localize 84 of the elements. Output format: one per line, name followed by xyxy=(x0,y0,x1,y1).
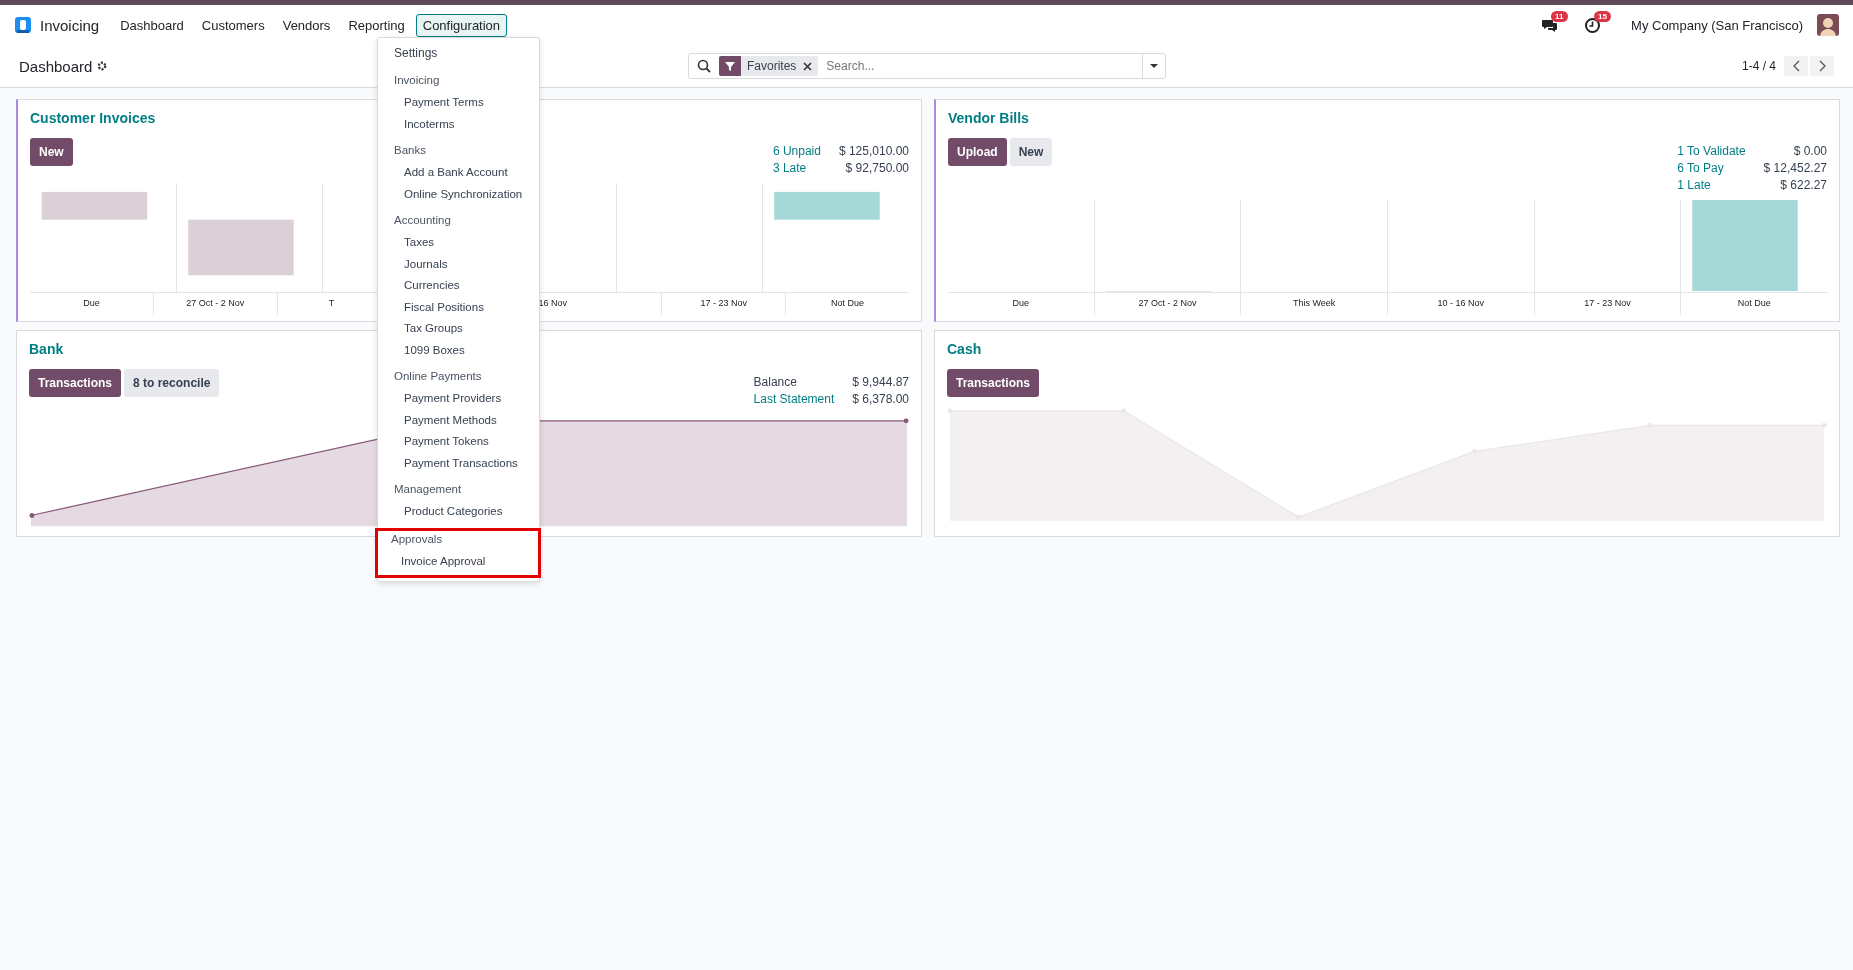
stat-label: Balance xyxy=(753,375,798,389)
menu-item[interactable]: Payment Tokens xyxy=(378,432,539,454)
stat-link[interactable]: 3 Late xyxy=(772,161,821,175)
stat-link[interactable]: 1 To Validate xyxy=(1677,144,1746,158)
primary-button[interactable]: Transactions xyxy=(29,369,122,397)
stat-link[interactable]: 6 To Pay xyxy=(1677,161,1746,175)
menu-item[interactable]: Fiscal Positions xyxy=(378,297,539,319)
menu-item[interactable]: Online Synchronization xyxy=(378,184,539,206)
axis-label: 27 Oct - 2 Nov xyxy=(1138,298,1197,308)
stat-value: $ 9,944.87 xyxy=(852,375,909,389)
primary-button[interactable]: New xyxy=(30,138,73,166)
stat-link[interactable]: 6 Unpaid xyxy=(772,144,821,158)
menu-item[interactable]: Journals xyxy=(378,254,539,276)
previous-button[interactable] xyxy=(1784,56,1808,76)
menu-section-header: Banks xyxy=(393,143,427,158)
caret-icon[interactable] xyxy=(1149,63,1159,69)
stat-link[interactable]: 1 Late xyxy=(1677,178,1746,192)
app-name[interactable]: Invoicing xyxy=(40,16,100,34)
menu-item[interactable]: Settings xyxy=(378,43,539,66)
stat-value: $ 125,010.00 xyxy=(838,144,909,158)
axis-label: Due xyxy=(83,298,100,308)
axis-label: 17 - 23 Nov xyxy=(700,298,747,308)
menu-item[interactable]: Taxes xyxy=(378,233,539,255)
menu-section-header: Online Payments xyxy=(393,369,483,384)
axis-label: Not Due xyxy=(1737,298,1771,308)
menu-section-header: Approvals xyxy=(390,531,444,547)
menu-item[interactable]: Currencies xyxy=(378,276,539,298)
nav-menu-item[interactable]: Reporting xyxy=(341,13,412,37)
axis-label: 27 Oct - 2 Nov xyxy=(186,298,245,308)
company-name[interactable]: My Company (San Francisco) xyxy=(1631,17,1803,33)
menu-item[interactable]: Payment Transactions xyxy=(378,453,539,475)
secondary-button[interactable]: 8 to reconcile xyxy=(124,369,220,397)
axis-label: Not Due xyxy=(831,298,865,308)
count-badge: 15 xyxy=(1594,10,1611,22)
funnel-icon xyxy=(719,56,741,76)
secondary-button[interactable]: New xyxy=(1009,138,1053,166)
menu-section-header: Management xyxy=(393,482,463,497)
axis-label: 10 - 16 Nov xyxy=(1437,298,1485,308)
chevron-right-icon xyxy=(1818,60,1826,72)
menu-item[interactable]: Payment Providers xyxy=(378,389,539,411)
stat-value: $ 92,750.00 xyxy=(844,161,909,175)
stat-value: $ 12,452.27 xyxy=(1763,161,1827,175)
menu-item[interactable]: Invoice Approval xyxy=(375,551,538,573)
menu-item[interactable]: Add a Bank Account xyxy=(378,163,539,185)
card-title[interactable]: Bank xyxy=(29,341,64,357)
stat-link[interactable]: Last Statement xyxy=(753,392,835,406)
filter-facet[interactable]: Favorites xyxy=(719,56,819,76)
count-badge: 11 xyxy=(1551,10,1568,22)
primary-button[interactable]: Upload xyxy=(948,138,1007,166)
stat-value: $ 0.00 xyxy=(1792,144,1827,158)
axis-label: 16 Nov xyxy=(538,298,567,308)
search-field[interactable]: Favorites Search... xyxy=(688,53,1166,79)
next-button[interactable] xyxy=(1810,56,1834,76)
card-title[interactable]: Cash xyxy=(947,341,982,357)
search-icon xyxy=(697,59,711,73)
pager-value: 1-4 / 4 xyxy=(1741,59,1776,73)
menu-item[interactable]: Tax Groups xyxy=(378,319,539,341)
card-title[interactable]: Customer Invoices xyxy=(30,110,156,126)
stat-value: $ 622.27 xyxy=(1779,178,1827,192)
app-logo-icon[interactable] xyxy=(14,16,32,34)
axis-label: 17 - 23 Nov xyxy=(1584,298,1631,308)
avatar-icon[interactable] xyxy=(1817,14,1839,36)
chevron-left-icon xyxy=(1792,60,1800,72)
axis-label: Due xyxy=(1012,298,1030,308)
menu-item[interactable]: 1099 Boxes xyxy=(378,340,539,362)
gear-icon[interactable] xyxy=(96,60,109,72)
card-title[interactable]: Vendor Bills xyxy=(948,110,1029,126)
stat-value: $ 6,378.00 xyxy=(852,392,909,406)
menu-item[interactable]: Payment Terms xyxy=(378,93,539,115)
menu-item[interactable]: Payment Methods xyxy=(378,410,539,432)
breadcrumb-title: Dashboard xyxy=(19,57,93,75)
axis-label: This Week xyxy=(1293,298,1336,308)
nav-menu-item[interactable]: Customers xyxy=(194,13,272,37)
axis-label: T xyxy=(328,298,335,308)
facet-label: Favorites xyxy=(747,59,797,73)
menu-section-header: Invoicing xyxy=(393,73,441,88)
primary-button[interactable]: Transactions xyxy=(947,369,1040,397)
nav-menu-item[interactable]: Configuration xyxy=(415,13,508,37)
menu-item[interactable]: Incoterms xyxy=(378,114,539,136)
close-icon[interactable] xyxy=(802,60,814,72)
menu-section-header: Accounting xyxy=(393,213,452,228)
nav-menu-item[interactable]: Dashboard xyxy=(113,13,191,37)
menu-item[interactable]: Product Categories xyxy=(378,502,539,524)
nav-menu-item[interactable]: Vendors xyxy=(275,13,338,37)
